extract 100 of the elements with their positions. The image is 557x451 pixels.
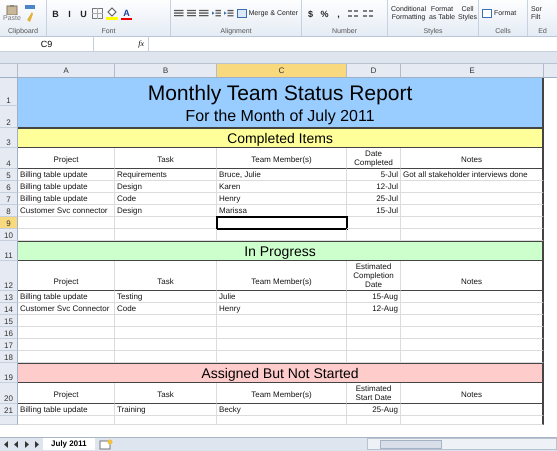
- column-header: Project: [54, 277, 78, 286]
- table-cell: Julie: [217, 291, 347, 303]
- table-cell: 25-Jul: [347, 193, 401, 205]
- table-cell: 15-Aug: [347, 291, 401, 303]
- table-cell: Training: [115, 404, 217, 416]
- table-cell: Karen: [217, 181, 347, 193]
- table-cell: Henry: [217, 193, 347, 205]
- table-cell: Requirements: [115, 169, 217, 181]
- sheet-tab[interactable]: July 2011: [43, 438, 95, 450]
- column-header: Notes: [461, 277, 482, 286]
- section-title: Assigned But Not Started: [201, 365, 359, 381]
- row-header[interactable]: 21: [0, 404, 18, 416]
- row-header[interactable]: 7: [0, 193, 18, 205]
- table-cell: 5-Jul: [347, 169, 401, 181]
- align-icon[interactable]: [199, 9, 209, 18]
- table-cell: Marissa: [217, 205, 347, 217]
- column-header: Date Completed: [353, 149, 394, 167]
- horizontal-scrollbar[interactable]: [366, 438, 557, 450]
- table-cell: Billing table update: [18, 193, 115, 205]
- format-icon: [482, 9, 492, 18]
- row-header[interactable]: 17: [0, 339, 18, 351]
- table-cell: [347, 217, 401, 229]
- function-button[interactable]: fx: [94, 37, 149, 51]
- column-header: Estimated Completion Date: [352, 262, 395, 289]
- column-letter[interactable]: A: [18, 64, 115, 77]
- table-cell: Henry: [217, 303, 347, 315]
- row-header[interactable]: 14: [0, 303, 18, 315]
- toolbar-button[interactable]: I: [64, 8, 75, 18]
- name-box[interactable]: C9: [0, 37, 94, 51]
- column-header: Estimated Start Date: [354, 384, 392, 402]
- row-header[interactable]: 11: [0, 241, 18, 261]
- section-title: Completed Items: [227, 130, 333, 146]
- new-sheet-icon[interactable]: [98, 438, 113, 450]
- table-cell: [347, 339, 401, 351]
- active-cell[interactable]: [217, 217, 347, 229]
- row-header[interactable]: 6: [0, 181, 18, 193]
- row-header[interactable]: 15: [0, 315, 18, 327]
- row-header[interactable]: 9: [0, 217, 18, 229]
- row-header[interactable]: 18: [0, 351, 18, 363]
- font-color-button[interactable]: A: [121, 8, 132, 20]
- column-header: Team Member(s): [251, 277, 312, 286]
- column-letter[interactable]: E: [401, 64, 544, 77]
- row-header[interactable]: 19: [0, 363, 18, 383]
- column-header: Project: [54, 155, 78, 164]
- table-cell: 12-Aug: [347, 303, 401, 315]
- column-header: Task: [157, 390, 174, 399]
- clipboard-icon: [4, 5, 19, 15]
- table-cell: 12-Jul: [347, 181, 401, 193]
- table-cell: Design: [115, 181, 217, 193]
- paint-bucket-icon[interactable]: [106, 7, 118, 20]
- row-header[interactable]: 1: [0, 78, 18, 106]
- row-header[interactable]: 5: [0, 169, 18, 181]
- table-cell: Becky: [217, 404, 347, 416]
- table-cell: Code: [115, 193, 217, 205]
- toolbar-button[interactable]: B: [50, 8, 61, 18]
- decimal-icon[interactable]: [347, 8, 359, 18]
- borders-icon[interactable]: [92, 8, 103, 19]
- decimal-icon[interactable]: [362, 8, 374, 18]
- indent-icon[interactable]: [212, 8, 222, 18]
- row-header[interactable]: 20: [0, 383, 18, 404]
- column-header: Task: [157, 155, 174, 164]
- align-icon[interactable]: [186, 9, 196, 18]
- report-title: Monthly Team Status Report: [148, 82, 412, 106]
- table-cell: Billing table update: [18, 169, 115, 181]
- row-header[interactable]: 8: [0, 205, 18, 217]
- row-header[interactable]: 2: [0, 106, 18, 128]
- table-cell: [347, 416, 401, 425]
- toolbar-button[interactable]: U: [78, 8, 89, 18]
- merge-icon: [236, 9, 247, 18]
- row-header[interactable]: 13: [0, 291, 18, 303]
- column-header: Project: [54, 390, 78, 399]
- toolbar-button[interactable]: %: [319, 8, 330, 18]
- row-header[interactable]: 16: [0, 327, 18, 339]
- column-header: Team Member(s): [251, 390, 312, 399]
- table-cell: Got all stakeholder interviews done: [401, 169, 544, 181]
- toolbar-button[interactable]: $: [305, 8, 316, 18]
- table-cell: [347, 327, 401, 339]
- brush-icon[interactable]: [24, 4, 36, 24]
- toolbar-button[interactable]: ,: [333, 8, 344, 18]
- column-header: Team Member(s): [251, 155, 312, 164]
- table-cell: Bruce, Julie: [217, 169, 347, 181]
- table-cell: Customer Svc Connector: [18, 303, 115, 315]
- table-cell: 25-Aug: [347, 404, 401, 416]
- row-header[interactable]: 10: [0, 229, 18, 241]
- table-cell: Billing table update: [18, 404, 115, 416]
- table-cell: Customer Svc connector: [18, 205, 115, 217]
- table-cell: [347, 315, 401, 327]
- column-header: Notes: [461, 390, 482, 399]
- section-title: In Progress: [244, 243, 316, 259]
- column-header: Task: [157, 277, 174, 286]
- column-letter[interactable]: C: [217, 64, 347, 77]
- row-header[interactable]: 4: [0, 148, 18, 169]
- row-header[interactable]: 3: [0, 128, 18, 148]
- column-letter[interactable]: D: [347, 64, 401, 77]
- align-icon[interactable]: [174, 9, 184, 18]
- row-header[interactable]: 12: [0, 261, 18, 291]
- table-cell: Billing table update: [18, 291, 115, 303]
- table-cell: Design: [115, 205, 217, 217]
- table-cell: Testing: [115, 291, 217, 303]
- indent-icon[interactable]: [224, 8, 234, 18]
